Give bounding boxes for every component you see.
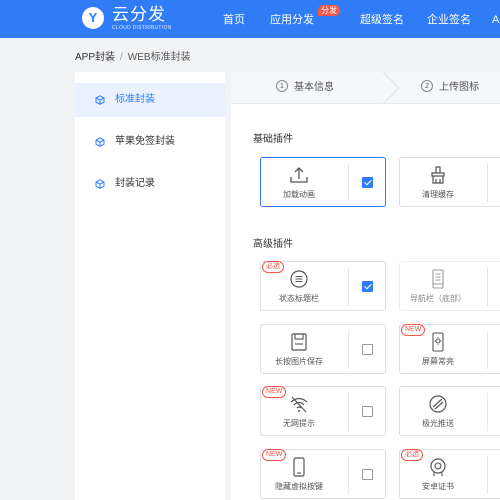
divider [348,331,349,369]
plugin-no-network-prompt[interactable]: NEW 无网提示 [260,386,386,436]
plugin-long-press-save[interactable]: 长按图片保存 [260,324,386,374]
wifi-off-icon [290,396,308,413]
divider [487,456,488,494]
plugin-screen-keep-on[interactable]: NEW 屏幕常亮 [399,324,500,374]
advanced-plugins-title: 高级插件 [253,239,293,250]
step-number: 2 [421,80,433,93]
certificate-icon [430,458,446,476]
plugin-label: 屏幕常亮 [422,357,454,366]
cube-icon [95,179,105,189]
cube-icon [95,137,105,147]
breadcrumb-current: WEB标准封装 [127,52,191,63]
plugin-label: 长按图片保存 [275,357,323,366]
plugin-android-certificate[interactable]: 必选 安卓证书 [399,449,500,499]
nav-home[interactable]: 首页 [223,0,245,38]
logo-subtitle: CLOUD DISTRIBUTION [112,25,172,31]
sidebar-item-label: 标准封装 [115,94,155,105]
breadcrumb: APP封装 / WEB标准封装 [75,48,191,63]
sidebar-item-package-records[interactable]: 封装记录 [75,167,225,201]
step-number: 1 [276,80,288,93]
plugin-checkbox[interactable] [362,177,373,188]
brush-icon [431,166,445,184]
plugin-label: 清理缓存 [422,190,454,199]
sidebar: 标准封装 苹果免签封装 封装记录 [75,72,225,500]
plugin-checkbox[interactable] [362,469,373,480]
nav-more[interactable]: A [492,0,499,38]
plugin-label: 无网提示 [283,419,315,428]
logo-title: 云分发 [112,5,166,24]
divider [487,331,488,369]
plugin-label: 隐藏虚拟按键 [275,482,323,491]
steps-bar: 1 基本信息 2 上传图标 [231,72,500,104]
plugin-label: 极光推送 [422,419,454,428]
plugin-clear-cache[interactable]: 清理缓存 [399,157,500,207]
plugin-hide-virtual-keys[interactable]: NEW 隐藏虚拟按键 [260,449,386,499]
sidebar-item-label: 封装记录 [115,178,155,189]
plugin-checkbox[interactable] [362,406,373,417]
plugin-bottom-navigation[interactable]: 导航栏（底部） [399,261,500,311]
new-tag: NEW [262,449,287,461]
cube-icon [95,95,105,105]
divider [348,164,349,202]
sidebar-item-apple-free-sign[interactable]: 苹果免签封装 [75,125,225,159]
step-upload-icon[interactable]: 2 上传图标 [421,72,479,104]
step-label: 上传图标 [439,82,479,93]
step-basic-info[interactable]: 1 基本信息 [276,72,334,104]
push-icon [429,395,447,413]
plugin-label: 导航栏（底部） [410,294,466,303]
logo-badge: Y [82,7,104,29]
nav-app-distribution[interactable]: 应用分发 [270,0,314,38]
divider [487,268,488,306]
screen-light-icon [432,332,444,352]
phone-nav-icon [432,269,444,289]
divider [487,393,488,431]
plugin-label: 加载动画 [283,190,315,199]
phone-icon [293,457,305,477]
step-label: 基本信息 [294,82,334,93]
divider [348,456,349,494]
nav-super-signature[interactable]: 超级签名 [360,0,404,38]
required-tag: 必选 [401,449,423,461]
sidebar-item-label: 苹果免签封装 [115,136,175,147]
step-arrow-icon [382,72,400,104]
plugin-status-title-bar[interactable]: 必选 状态标题栏 [260,261,386,311]
basic-plugins-title: 基础插件 [253,134,293,145]
top-navigation-bar: Y 云分发 CLOUD DISTRIBUTION 首页 应用分发 分发 超级签名… [0,0,500,38]
plugin-loading-animation[interactable]: 加载动画 [260,157,386,207]
plugin-label: 安卓证书 [422,482,454,491]
plugin-label: 状态标题栏 [279,294,319,303]
nav-badge-distribution: 分发 [318,5,340,16]
plugin-checkbox[interactable] [362,344,373,355]
plugin-jpush[interactable]: 极光推送 [399,386,500,436]
divider [487,164,488,202]
logo[interactable]: Y 云分发 CLOUD DISTRIBUTION [82,5,202,33]
upload-icon [290,167,308,183]
required-tag: 必选 [262,261,284,273]
breadcrumb-root[interactable]: APP封装 [75,52,115,63]
main-panel: 1 基本信息 2 上传图标 基础插件 加载动画 清理缓存 高级插件 必选 状态标题栏… [231,72,500,500]
divider [348,393,349,431]
divider [348,268,349,306]
sidebar-item-standard-package[interactable]: 标准封装 [75,83,225,117]
new-tag: NEW [262,386,287,398]
plugin-checkbox[interactable] [362,281,373,292]
save-icon [291,333,307,351]
breadcrumb-separator: / [120,52,123,63]
nav-enterprise-signature[interactable]: 企业签名 [427,0,471,38]
list-circle-icon [290,270,308,288]
new-tag: NEW [401,324,426,336]
